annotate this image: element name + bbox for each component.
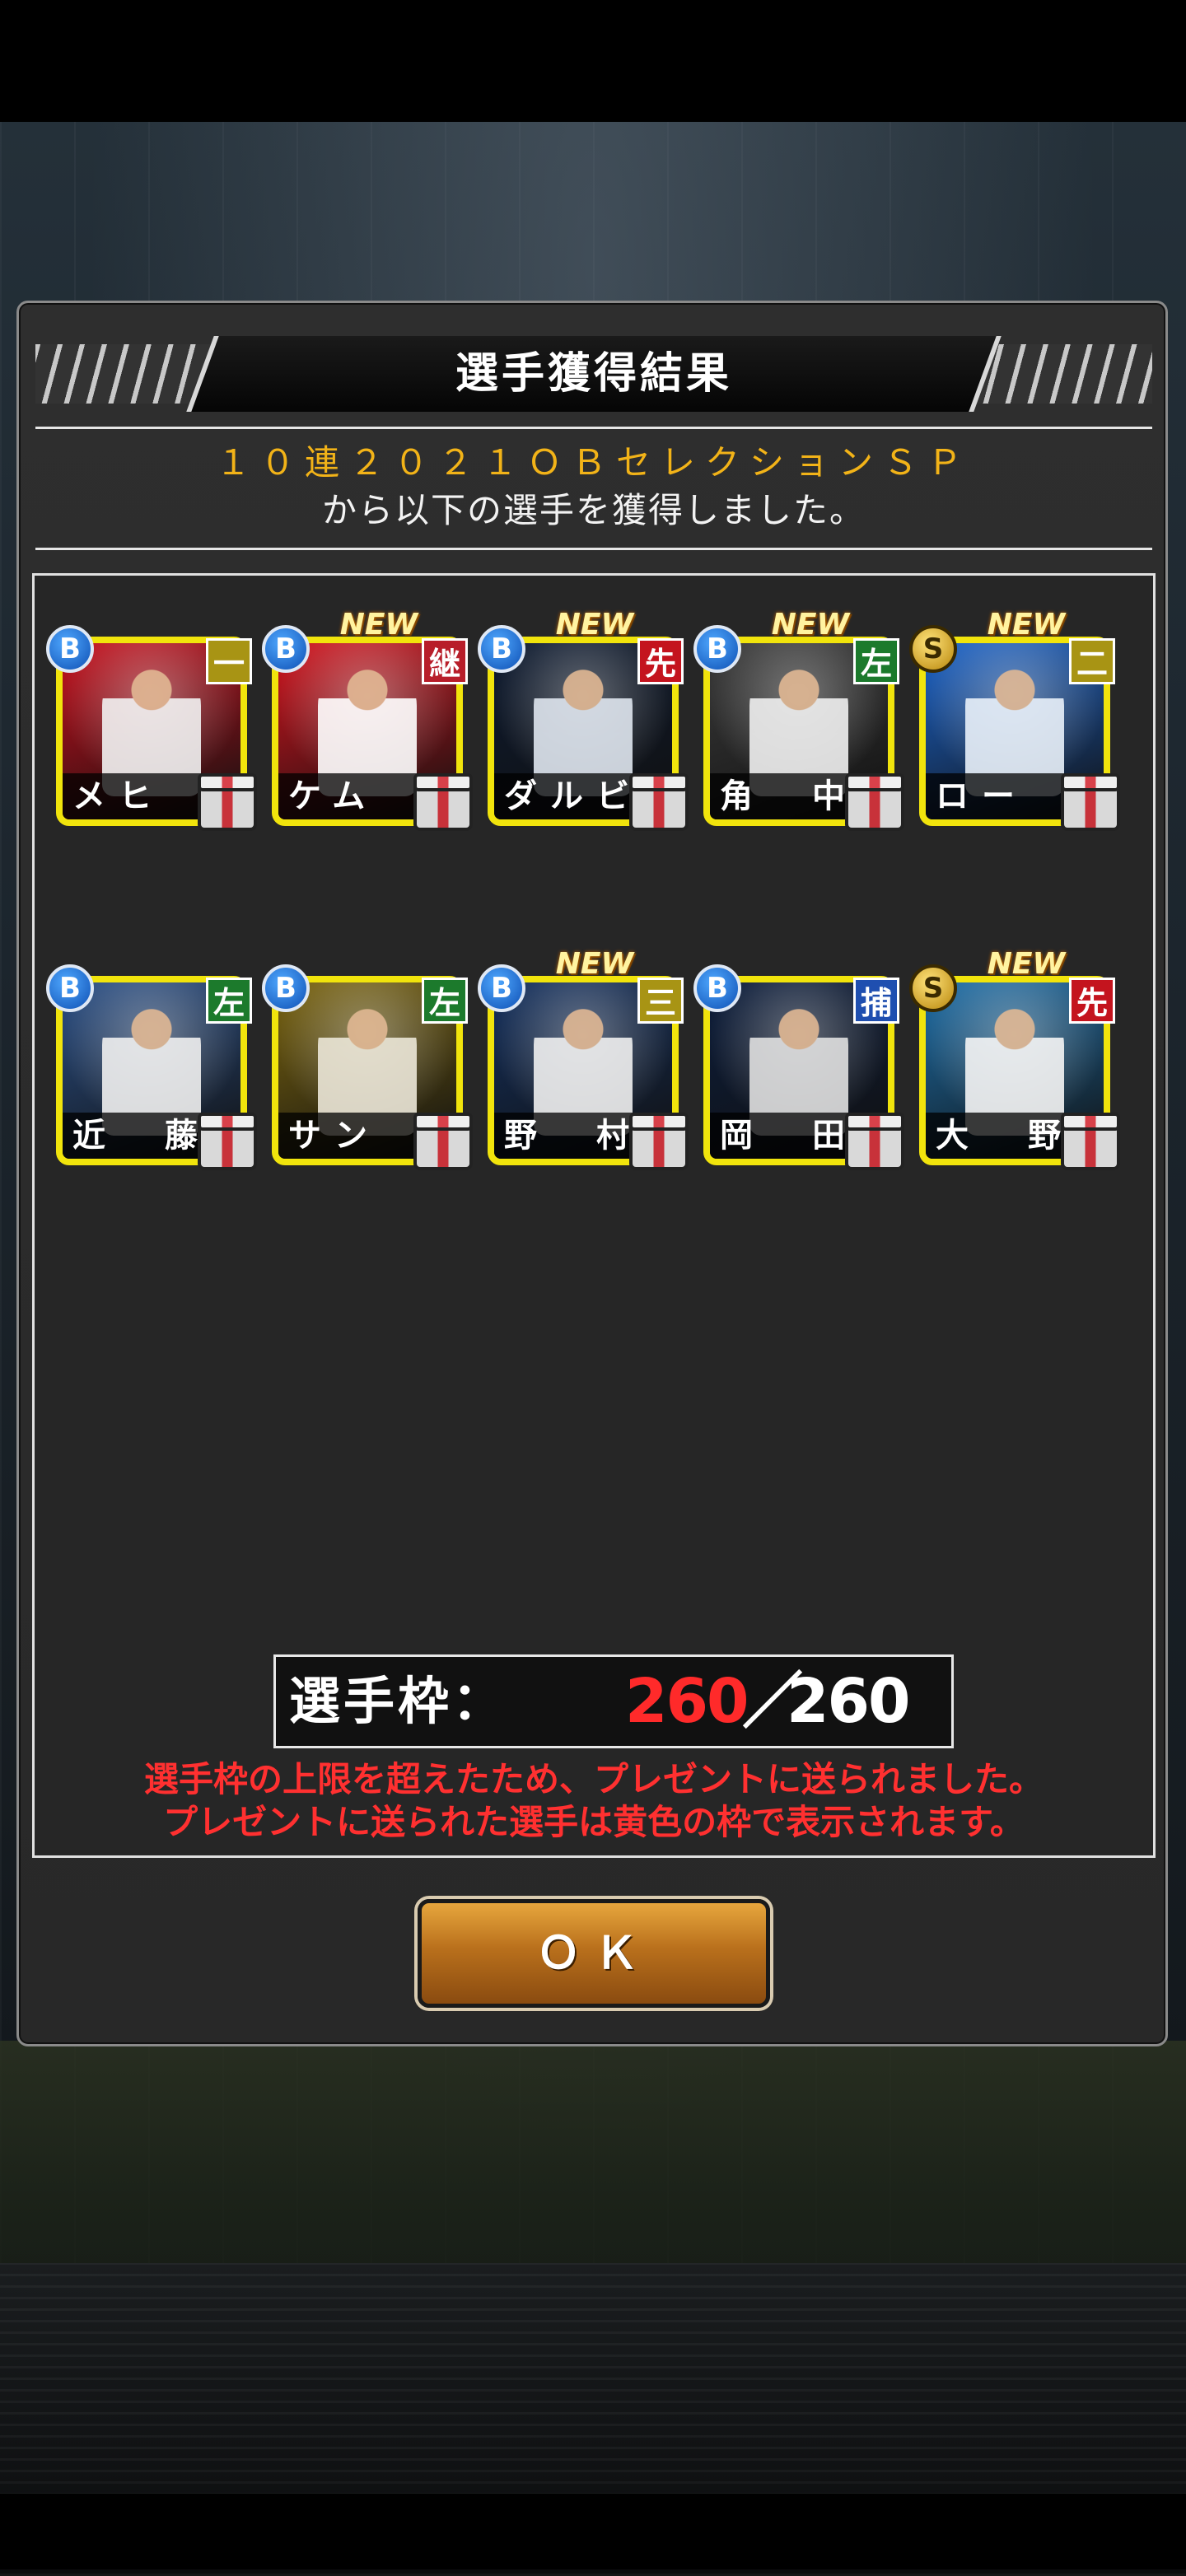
gacha-name: １０連２０２１ＯＢセレクションＳＰ	[215, 442, 972, 483]
position-badge: 一	[206, 638, 252, 684]
player-name: 大 野	[936, 1117, 1074, 1155]
new-badge: NEW	[555, 947, 634, 981]
new-badge: NEW	[987, 608, 1066, 642]
player-name: ケム	[288, 777, 379, 815]
roster-quota: 選手枠： 260 ／ 260	[273, 1654, 954, 1748]
gift-icon	[198, 773, 257, 831]
gift-icon	[845, 773, 904, 831]
rank-b-badge: B	[262, 964, 310, 1012]
rank-b-badge: B	[693, 625, 741, 673]
new-badge: NEW	[771, 608, 850, 642]
rank-s-badge: S	[909, 625, 957, 673]
rank-b-badge: B	[478, 625, 525, 673]
position-badge: 左	[422, 978, 468, 1024]
quota-current: 260	[625, 1666, 749, 1737]
gift-icon	[413, 1113, 473, 1170]
rank-b-badge: B	[478, 964, 525, 1012]
position-badge: 先	[1069, 978, 1115, 1024]
warning-message-line1: 選手枠の上限を超えたため、プレゼントに送られました。	[143, 1759, 1044, 1799]
player-name: 野 村	[504, 1117, 642, 1155]
new-badge: NEW	[339, 608, 418, 642]
acquired-players-panel: 選手枠： 260 ／ 260 選手枠の上限を超えたため、プレゼントに送られました…	[32, 573, 1156, 1858]
gift-icon	[413, 773, 473, 831]
player-card[interactable]: サン B 左	[262, 959, 473, 1170]
player-card[interactable]: 近 藤 B 左	[46, 959, 257, 1170]
player-name: 角 中	[720, 777, 858, 815]
rank-b-badge: B	[262, 625, 310, 673]
player-card[interactable]: ケム B 継 NEW	[262, 609, 473, 831]
player-acquisition-dialog: 選手獲得結果 １０連２０２１ＯＢセレクションＳＰ から以下の選手を獲得しました。…	[16, 301, 1168, 2046]
position-badge: 捕	[853, 978, 899, 1024]
new-badge: NEW	[555, 608, 634, 642]
position-badge: 継	[422, 638, 468, 684]
player-card[interactable]: 岡 田 B 捕	[693, 959, 904, 1170]
rank-b-badge: B	[693, 964, 741, 1012]
quota-label: 選手枠：	[289, 1671, 507, 1731]
player-card[interactable]: 野 村 B 三 NEW	[478, 948, 689, 1170]
player-card[interactable]: 大 野 S 先 NEW	[909, 948, 1120, 1170]
player-card[interactable]: ダルビッシ B 先NEW	[478, 609, 689, 831]
title-band: 選手獲得結果	[35, 336, 1152, 412]
gift-icon	[629, 773, 689, 831]
position-badge: 三	[637, 978, 684, 1024]
position-badge: 二	[1069, 638, 1115, 684]
player-name: 岡 田	[720, 1117, 858, 1155]
player-card[interactable]: ロー S 二 NEW	[909, 609, 1120, 831]
dialog-title: 選手獲得結果	[455, 349, 732, 399]
quota-max: 260	[787, 1666, 910, 1737]
gift-icon	[198, 1113, 257, 1170]
warning-message-line2: プレゼントに送られた選手は黄色の枠で表示されます。	[163, 1802, 1025, 1842]
rank-b-badge: B	[46, 625, 94, 673]
status-bar	[0, 0, 1186, 122]
divider-top	[35, 427, 1152, 429]
gift-icon	[629, 1113, 689, 1170]
new-badge: NEW	[987, 947, 1066, 981]
navigation-bar	[0, 2494, 1186, 2569]
divider-bottom	[35, 548, 1152, 550]
ok-button[interactable]: ＯＫ	[418, 1899, 770, 2008]
rank-b-badge: B	[46, 964, 94, 1012]
position-badge: 左	[853, 638, 899, 684]
player-name: ダルビッシ	[504, 777, 644, 815]
rank-s-badge: S	[909, 964, 957, 1012]
player-name: メヒ	[72, 777, 165, 815]
player-name: 近 藤	[72, 1117, 211, 1155]
gacha-result-message: から以下の選手を獲得しました。	[321, 490, 866, 530]
gift-icon	[1061, 773, 1120, 831]
ok-button-label: ＯＫ	[536, 1927, 651, 1979]
position-badge: 先	[637, 638, 684, 684]
player-name: サン	[288, 1117, 381, 1155]
player-card[interactable]: 角 中 B 左 NEW	[693, 609, 904, 831]
player-card[interactable]: メヒ B 一	[46, 620, 257, 831]
gift-icon	[845, 1113, 904, 1170]
player-name: ロー	[936, 777, 1028, 815]
gift-icon	[1061, 1113, 1120, 1170]
position-badge: 左	[206, 978, 252, 1024]
